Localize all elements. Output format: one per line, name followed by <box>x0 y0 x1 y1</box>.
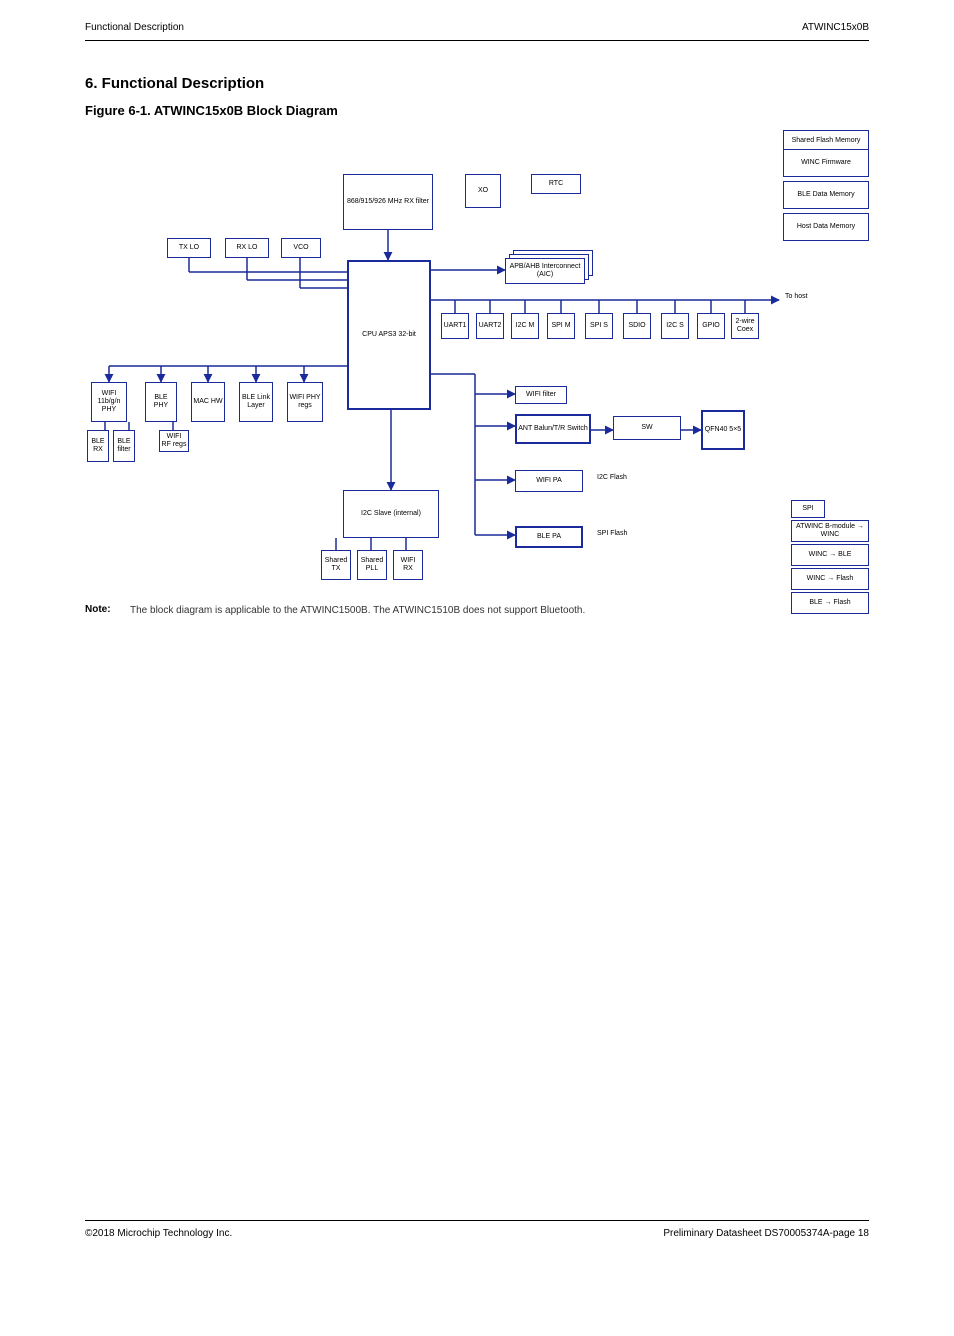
block-rx-filter: 868/915/926 MHz RX filter <box>343 174 433 230</box>
block-wifi-phy: WIFI 11b/g/n PHY <box>91 382 127 422</box>
page-title: 6. Functional Description <box>85 75 264 92</box>
footer-right: Preliminary Datasheet DS70005374A-page 1… <box>663 1228 869 1239</box>
block-ble-rx: BLE RX <box>87 430 109 462</box>
block-wifi-phy-regs: WIFI PHY regs <box>287 382 323 422</box>
block-wifi-filter: WIFI filter <box>515 386 567 404</box>
figure-title: Figure 6-1. ATWINC15x0B Block Diagram <box>85 103 338 118</box>
header-left: Functional Description <box>85 22 184 33</box>
block-spi-s: SPI S <box>585 313 613 339</box>
header-right: ATWINC15x0B <box>802 22 869 33</box>
note-text: The block diagram is applicable to the A… <box>130 604 869 618</box>
legend-title: Shared Flash Memory <box>783 130 869 150</box>
block-diagram: 868/915/926 MHz RX filter XO RTC TX LO R… <box>85 130 869 595</box>
header-rule <box>85 40 869 41</box>
block-mac-hw: MAC HW <box>191 382 225 422</box>
legend-item-0: WINC Firmware <box>783 149 869 177</box>
block-uart2: UART2 <box>476 313 504 339</box>
label-spi-flash: SPI Flash <box>597 530 627 537</box>
block-gpio: GPIO <box>697 313 725 339</box>
legend-item-2: Host Data Memory <box>783 213 869 241</box>
block-apb-1: APB/AHB Interconnect (AIC) <box>505 258 585 284</box>
spi-legend: SPI ATWINC B-module → WINC WINC → BLE WI… <box>791 500 869 614</box>
block-shared-pll: Shared PLL <box>357 550 387 580</box>
block-shared-tx: Shared TX <box>321 550 351 580</box>
footer-left: ©2018 Microchip Technology Inc. <box>85 1228 232 1239</box>
block-sw: SW <box>613 416 681 440</box>
block-spi-m: SPI M <box>547 313 575 339</box>
block-uart1: UART1 <box>441 313 469 339</box>
spi-legend-1: WINC → BLE <box>791 544 869 566</box>
legend-item-1: BLE Data Memory <box>783 181 869 209</box>
page: Functional Description ATWINC15x0B 6. Fu… <box>0 0 954 1336</box>
block-sdio: SDIO <box>623 313 651 339</box>
block-ant: ANT Balun/T/R Switch <box>515 414 591 444</box>
spi-legend-2: WINC → Flash <box>791 568 869 590</box>
block-qfn: QFN40 5×5 <box>701 410 745 450</box>
block-vco: VCO <box>281 238 321 258</box>
block-xo: XO <box>465 174 501 208</box>
block-ble-filter: BLE filter <box>113 430 135 462</box>
label-to-host: To host <box>785 293 808 300</box>
block-rx-lo: RX LO <box>225 238 269 258</box>
block-ble-link: BLE Link Layer <box>239 382 273 422</box>
block-coex: 2-wire Coex <box>731 313 759 339</box>
block-i2c-s: I2C S <box>661 313 689 339</box>
label-i2c-flash: I2C Flash <box>597 474 627 481</box>
block-i2c-m: I2C M <box>511 313 539 339</box>
shared-flash-legend: Shared Flash Memory WINC Firmware BLE Da… <box>783 130 869 241</box>
spi-legend-header: SPI <box>791 500 825 518</box>
block-ble-pa: BLE PA <box>515 526 583 548</box>
block-rtc: RTC <box>531 174 581 194</box>
footer-rule <box>85 1220 869 1221</box>
block-ble-phy: BLE PHY <box>145 382 177 422</box>
block-wifi-rx: WIFI RX <box>393 550 423 580</box>
spi-legend-0: ATWINC B-module → WINC <box>791 520 869 542</box>
block-wifi-rf-regs: WIFI RF regs <box>159 430 189 452</box>
block-i2c-slave-internal: I2C Slave (internal) <box>343 490 439 538</box>
note-label: Note: <box>85 604 113 615</box>
block-cpu: CPU APS3 32-bit <box>347 260 431 410</box>
block-wifi-pa: WIFI PA <box>515 470 583 492</box>
block-tx-lo: TX LO <box>167 238 211 258</box>
